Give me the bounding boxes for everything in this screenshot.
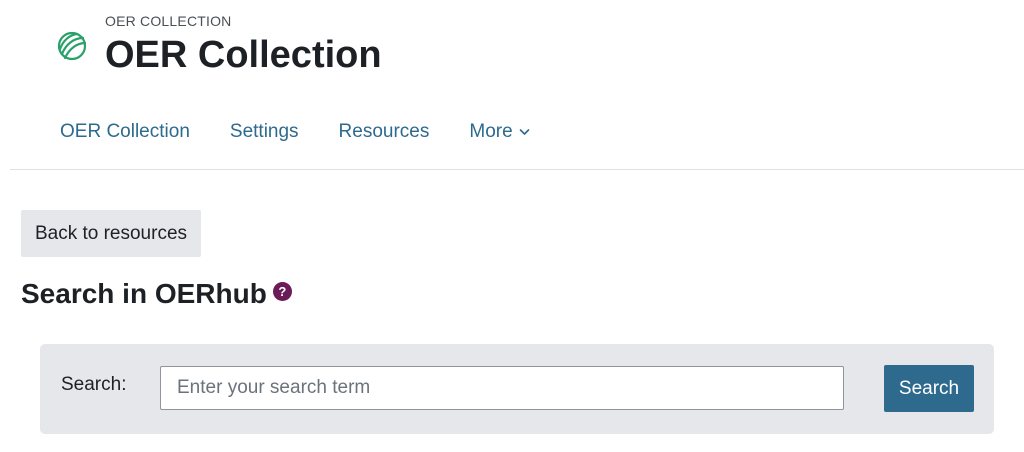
help-icon[interactable]: ? [272,282,292,301]
nav-item-resources[interactable]: Resources [319,112,450,152]
search-label: Search: [61,374,127,395]
page-title: OER Collection [105,34,382,76]
oer-collection-logo-icon [54,28,90,64]
nav-divider [10,169,1024,170]
nav-item-oer-collection[interactable]: OER Collection [40,112,210,152]
nav-item-label: Resources [338,121,430,142]
nav-item-label: OER Collection [60,121,190,142]
course-category-label: OER COLLECTION [105,13,232,29]
nav-item-settings[interactable]: Settings [210,112,319,152]
section-title: Search in OERhub [21,278,267,309]
search-panel: Search: Search [40,344,994,434]
search-input[interactable] [160,366,844,410]
search-button[interactable]: Search [884,365,974,412]
back-to-resources-button[interactable]: Back to resources [21,210,201,257]
secondary-navigation: OER Collection Settings Resources More [40,112,550,152]
nav-item-more[interactable]: More [449,112,549,152]
nav-item-label: Settings [229,121,299,142]
page-header: OER COLLECTION OER Collection [54,10,654,80]
section-heading: Search in OERhub ? [21,278,292,310]
chevron-down-icon [519,128,530,136]
nav-item-label: More [469,121,513,142]
